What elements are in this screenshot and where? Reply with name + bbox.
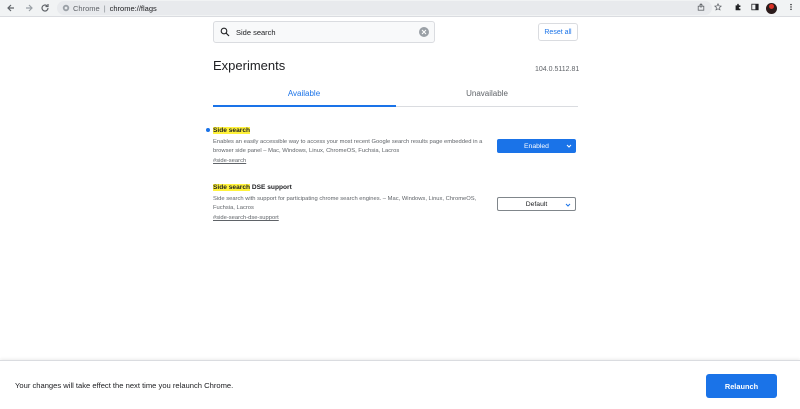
tab-available[interactable]: Available bbox=[213, 89, 395, 98]
more-menu-icon[interactable] bbox=[786, 2, 796, 12]
select-value: Enabled bbox=[524, 142, 549, 150]
experiment-name: Side search DSE support bbox=[213, 183, 578, 192]
experiment-state-select[interactable]: Default bbox=[497, 197, 576, 211]
experiment-state-select[interactable]: Enabled bbox=[497, 139, 576, 153]
chevron-down-icon bbox=[565, 203, 571, 207]
experiment-description: Side search with support for participati… bbox=[213, 196, 477, 211]
select-value: Default bbox=[525, 200, 548, 208]
tabs: Available Unavailable bbox=[213, 86, 578, 107]
experiment-name-rest: DSE support bbox=[250, 184, 292, 191]
chrome-chip-label: Chrome bbox=[73, 3, 100, 13]
search-match-highlight: Side search bbox=[213, 184, 251, 191]
relaunch-bar: Your changes will take effect the next t… bbox=[0, 360, 800, 409]
reset-all-button[interactable]: Reset all bbox=[538, 23, 578, 41]
address-separator: | bbox=[103, 3, 106, 13]
bookmark-star-icon[interactable] bbox=[713, 2, 723, 12]
search-icon bbox=[220, 27, 230, 37]
version-label: 104.0.5112.81 bbox=[535, 66, 580, 73]
chrome-flags-page: Chrome | chrome://flags Reset all Experi bbox=[0, 0, 800, 409]
relaunch-button[interactable]: Relaunch bbox=[706, 374, 777, 398]
experiment-permalink[interactable]: #side-search bbox=[213, 157, 578, 165]
experiment-side-search-dse-support: Side search DSE support Side search with… bbox=[213, 183, 578, 222]
extensions-puzzle-icon[interactable] bbox=[733, 2, 743, 12]
chrome-logo-icon bbox=[62, 4, 70, 12]
flags-search-box[interactable] bbox=[213, 21, 435, 43]
active-tab-indicator bbox=[213, 105, 396, 107]
clear-search-icon[interactable] bbox=[419, 27, 429, 37]
chrome-chip: Chrome bbox=[62, 4, 100, 13]
side-panel-icon[interactable] bbox=[750, 2, 760, 12]
back-arrow-icon[interactable] bbox=[4, 1, 18, 15]
experiment-permalink[interactable]: #side-search-dse-support bbox=[213, 214, 578, 222]
tab-unavailable[interactable]: Unavailable bbox=[396, 89, 578, 98]
url-text: chrome://flags bbox=[109, 3, 157, 13]
share-icon[interactable] bbox=[696, 2, 706, 12]
experiment-description: Enables an easily accessible way to acce… bbox=[213, 139, 483, 154]
browser-toolbar: Chrome | chrome://flags bbox=[0, 0, 800, 17]
experiment-side-search: Side search Enables an easily accessible… bbox=[206, 126, 578, 165]
relaunch-message: Your changes will take effect the next t… bbox=[15, 381, 234, 390]
address-bar[interactable]: Chrome | chrome://flags bbox=[57, 1, 712, 15]
page-title: Experiments bbox=[213, 58, 286, 73]
modified-indicator-dot bbox=[206, 128, 210, 132]
search-input[interactable] bbox=[236, 27, 411, 37]
experiment-name: Side search bbox=[213, 126, 578, 135]
search-match-highlight: Side search bbox=[213, 127, 251, 134]
chevron-down-icon bbox=[566, 144, 572, 148]
reload-icon[interactable] bbox=[38, 1, 52, 15]
forward-arrow-icon[interactable] bbox=[22, 1, 36, 15]
profile-avatar[interactable] bbox=[766, 3, 777, 14]
